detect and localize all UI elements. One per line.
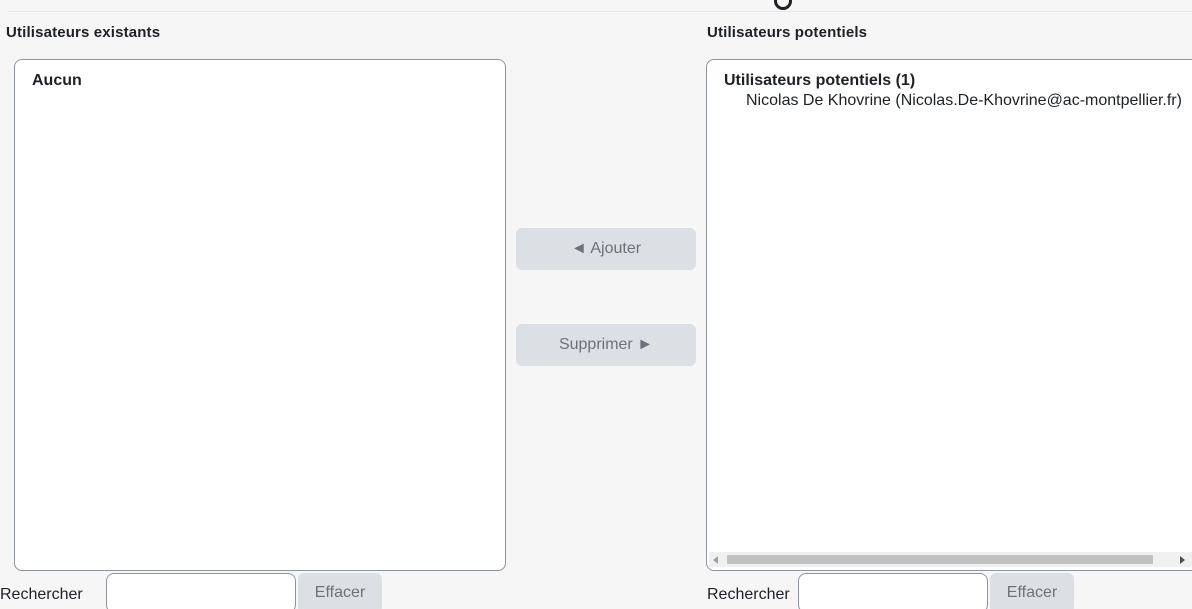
- existing-search-label: Rechercher: [0, 586, 83, 603]
- existing-clear-button[interactable]: Effacer: [298, 573, 382, 609]
- existing-users-empty-option: Aucun: [32, 72, 82, 89]
- potential-search-input[interactable]: [798, 573, 988, 609]
- potential-users-listbox[interactable]: Utilisateurs potentiels (1) Nicolas De K…: [706, 59, 1192, 571]
- scroll-left-icon[interactable]: [713, 556, 718, 564]
- existing-search-input[interactable]: [106, 573, 296, 609]
- add-button[interactable]: ◄ Ajouter: [516, 228, 696, 270]
- scrollbar-thumb[interactable]: [727, 555, 1153, 564]
- horizontal-scrollbar[interactable]: [709, 552, 1192, 567]
- remove-button[interactable]: Supprimer ►: [516, 324, 696, 366]
- page-heading-fragment: [772, 0, 792, 10]
- potential-user-option[interactable]: Nicolas De Khovrine (Nicolas.De-Khovrine…: [746, 92, 1182, 110]
- potential-users-group-title: Utilisateurs potentiels (1): [724, 72, 916, 89]
- potential-users-label: Utilisateurs potentiels: [707, 24, 868, 41]
- user-selector-page: Utilisateurs existants Aucun ◄ Ajouter S…: [0, 0, 1192, 609]
- scroll-right-icon[interactable]: [1180, 556, 1185, 564]
- existing-users-label: Utilisateurs existants: [6, 24, 161, 41]
- potential-clear-button[interactable]: Effacer: [990, 573, 1074, 609]
- existing-users-listbox[interactable]: Aucun: [14, 59, 506, 571]
- top-divider: [8, 11, 1192, 12]
- potential-search-label: Rechercher: [707, 586, 790, 603]
